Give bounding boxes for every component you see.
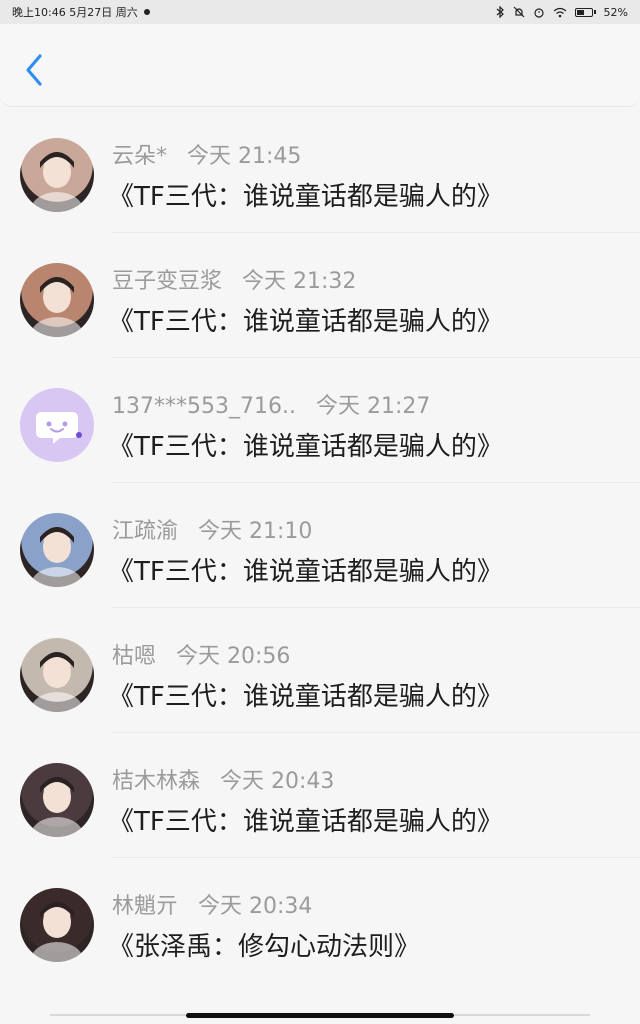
message-row[interactable]: 137***553_716.. 今天 21:27 《TF三代：谁说童话都是骗人的…: [0, 358, 640, 483]
message-meta: 豆子变豆浆 今天 21:32: [112, 263, 356, 295]
avatar[interactable]: [20, 388, 94, 462]
avatar[interactable]: [20, 763, 94, 837]
wifi-icon: [553, 7, 566, 17]
message-time: 今天 20:43: [220, 769, 335, 794]
message-title[interactable]: 《TF三代：谁说童话都是骗人的》: [108, 676, 503, 713]
avatar[interactable]: [20, 638, 94, 712]
status-bar: 晚上10:46 5月27日 周六 52%: [0, 0, 640, 24]
user-name[interactable]: 云朵*: [112, 138, 167, 170]
bluetooth-icon: [496, 6, 504, 18]
mute-bell-icon: [513, 6, 524, 18]
message-title[interactable]: 《TF三代：谁说童话都是骗人的》: [108, 176, 503, 213]
battery-icon: [574, 7, 596, 17]
avatar[interactable]: [20, 263, 94, 337]
user-name[interactable]: 137***553_716..: [112, 394, 296, 419]
message-time: 今天 21:27: [315, 394, 431, 419]
message-row[interactable]: 林魈亓 今天 20:34 《张泽禹：修勾心动法则》: [0, 858, 640, 983]
message-row[interactable]: 云朵* 今天 21:45 《TF三代：谁说童话都是骗人的》: [0, 108, 640, 233]
message-row[interactable]: 桔木林森 今天 20:43 《TF三代：谁说童话都是骗人的》: [0, 733, 640, 858]
home-indicator[interactable]: [186, 1013, 454, 1018]
message-time: 今天 20:56: [176, 644, 291, 669]
message-meta: 江疏渝 今天 21:10: [112, 513, 312, 545]
message-time: 今天 21:10: [198, 519, 313, 544]
message-time: 今天 21:45: [187, 144, 302, 169]
user-name[interactable]: 豆子变豆浆: [112, 263, 222, 295]
back-button[interactable]: [18, 52, 50, 88]
message-list: 云朵* 今天 21:45 《TF三代：谁说童话都是骗人的》 豆子变豆浆 今天 2…: [0, 108, 640, 983]
message-title[interactable]: 《TF三代：谁说童话都是骗人的》: [108, 551, 503, 588]
alarm-icon: [533, 8, 544, 18]
avatar[interactable]: [20, 888, 94, 962]
message-meta: 桔木林森 今天 20:43: [112, 763, 334, 795]
avatar[interactable]: [20, 513, 94, 587]
avatar-photo-icon: [31, 902, 83, 962]
avatar-photo-icon: [31, 527, 83, 587]
battery-percent: 52%: [603, 5, 628, 19]
message-title[interactable]: 《张泽禹：修勾心动法则》: [108, 926, 420, 963]
avatar[interactable]: [20, 138, 94, 212]
avatar-photo-icon: [31, 152, 83, 212]
message-time: 今天 21:32: [242, 269, 357, 294]
message-meta: 云朵* 今天 21:45: [112, 138, 301, 170]
message-title[interactable]: 《TF三代：谁说童话都是骗人的》: [108, 301, 503, 338]
notification-dot-icon: [143, 9, 150, 15]
message-row[interactable]: 豆子变豆浆 今天 21:32 《TF三代：谁说童话都是骗人的》: [0, 233, 640, 358]
message-meta: 137***553_716.. 今天 21:27: [112, 388, 430, 420]
message-time: 今天 20:34: [198, 894, 313, 919]
message-title[interactable]: 《TF三代：谁说童话都是骗人的》: [108, 801, 503, 838]
avatar-photo-icon: [31, 277, 83, 337]
message-title[interactable]: 《TF三代：谁说童话都是骗人的》: [108, 426, 503, 463]
message-row[interactable]: 枯嗯 今天 20:56 《TF三代：谁说童话都是骗人的》: [0, 608, 640, 733]
avatar-photo-icon: [31, 652, 83, 712]
message-meta: 枯嗯 今天 20:56: [112, 638, 290, 670]
user-name[interactable]: 枯嗯: [112, 638, 156, 670]
message-meta: 林魈亓 今天 20:34: [112, 888, 312, 920]
chevron-left-icon: [26, 54, 42, 86]
top-nav-bar: [0, 24, 640, 107]
chat-bubble-icon: [36, 412, 82, 444]
user-name[interactable]: 林魈亓: [112, 888, 178, 920]
user-name[interactable]: 江疏渝: [112, 513, 178, 545]
user-name[interactable]: 桔木林森: [112, 763, 200, 795]
message-row[interactable]: 江疏渝 今天 21:10 《TF三代：谁说童话都是骗人的》: [0, 483, 640, 608]
status-time-date: 晚上10:46 5月27日 周六: [12, 6, 138, 19]
avatar-photo-icon: [31, 777, 83, 837]
